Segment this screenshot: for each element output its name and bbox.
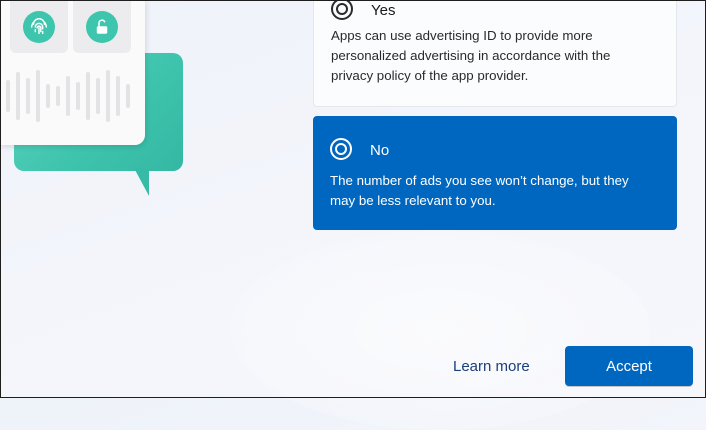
accept-button[interactable]: Accept <box>565 346 693 386</box>
learn-more-link[interactable]: Learn more <box>453 358 530 375</box>
option-no-description: The number of ads you see won’t change, … <box>330 173 629 208</box>
option-yes[interactable]: Yes Apps can use advertising ID to provi… <box>313 0 677 107</box>
background-glow <box>230 230 650 430</box>
option-yes-description: Apps can use advertising ID to provide m… <box>331 28 611 83</box>
chat-bubble-tail <box>134 168 149 196</box>
sound-wave-graphic <box>6 70 130 122</box>
option-yes-title: Yes <box>371 2 396 19</box>
unlock-tile <box>73 0 131 53</box>
fingerprint-tile <box>10 0 68 53</box>
option-no[interactable]: No The number of ads you see won’t chang… <box>313 116 677 230</box>
option-no-title: No <box>370 142 390 159</box>
fingerprint-icon <box>23 10 55 43</box>
unlock-icon <box>86 10 118 43</box>
radio-selected-icon[interactable] <box>329 137 353 161</box>
device-panel <box>0 0 145 145</box>
radio-unselected-icon[interactable] <box>330 0 354 21</box>
